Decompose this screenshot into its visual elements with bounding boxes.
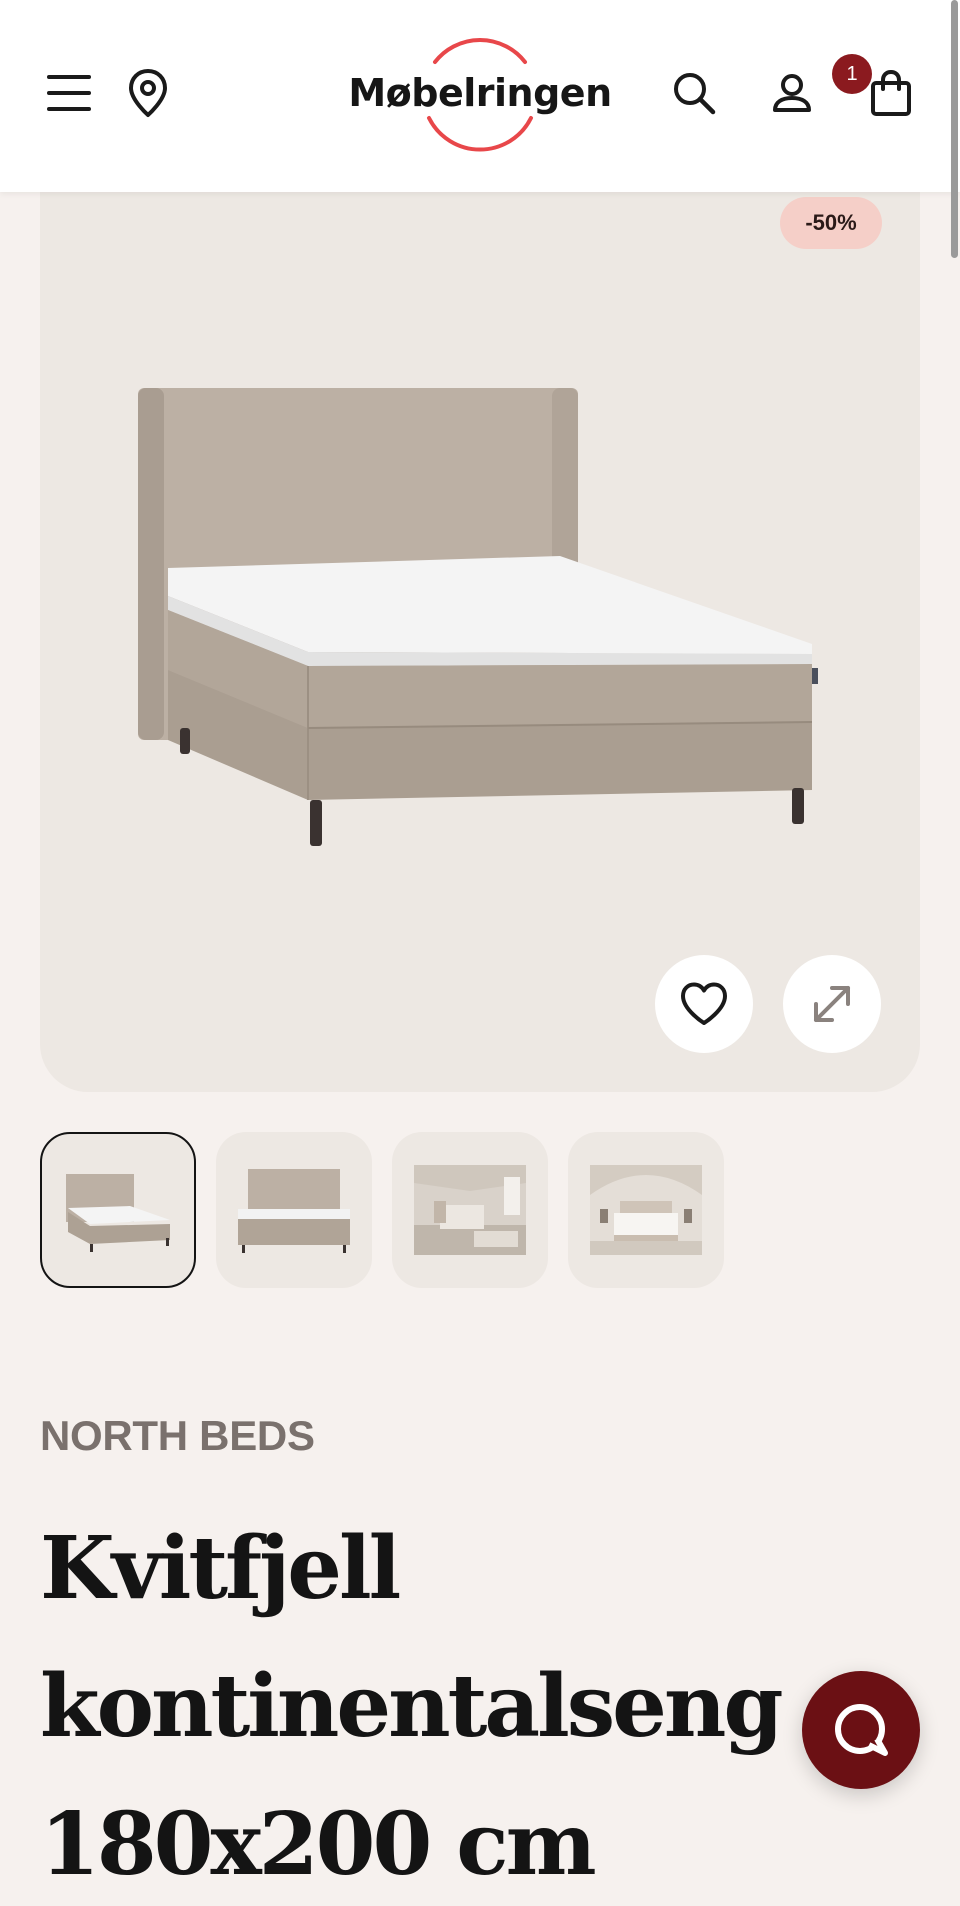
chat-icon [835,1704,888,1756]
expand-icon [814,986,850,1022]
search-button[interactable] [661,60,727,126]
logo-text: Møbelringen [348,71,612,115]
page-scrollbar[interactable] [951,0,958,258]
thumbnail-image [590,1165,702,1255]
search-icon [674,73,716,115]
store-locator-button[interactable] [115,60,181,126]
thumbnail-4[interactable] [568,1132,724,1288]
product-title: Kvitfjell kontinentalseng 180x200 cm [40,1518,784,1895]
site-logo[interactable]: Møbelringen [345,28,615,158]
location-pin-icon [129,69,167,117]
add-to-favorites-button[interactable] [655,955,753,1053]
fullscreen-button[interactable] [783,955,881,1053]
thumbnail-3[interactable] [392,1132,548,1288]
product-brand[interactable]: NORTH BEDS [40,1412,315,1460]
shopping-bag-icon [871,69,911,116]
thumbnail-2[interactable] [216,1132,372,1288]
site-header: Møbelringen 1 [0,0,960,192]
account-button[interactable] [759,60,825,126]
product-image [138,388,818,846]
menu-button[interactable] [36,60,102,126]
discount-badge: -50% [780,197,882,249]
chat-button[interactable] [802,1671,920,1789]
thumbnail-image [238,1169,350,1253]
thumbnail-image [414,1165,526,1255]
thumbnail-1[interactable] [40,1132,196,1288]
product-image-gallery[interactable]: -50% [40,160,920,1092]
cart-count-badge: 1 [832,54,872,94]
user-icon [773,74,811,112]
menu-icon [47,75,91,111]
heart-icon [681,982,727,1025]
thumbnail-image [66,1174,170,1252]
